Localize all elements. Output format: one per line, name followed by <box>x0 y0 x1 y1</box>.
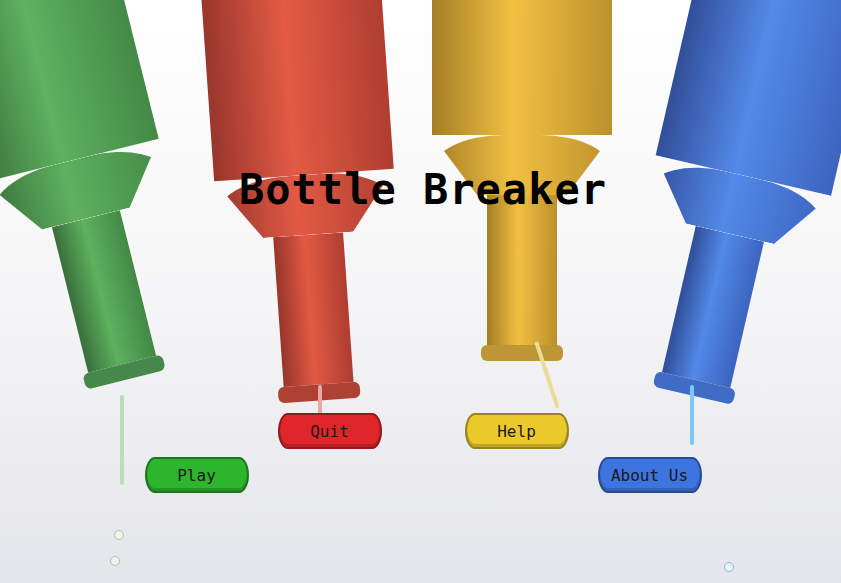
liquid-drip <box>120 395 124 485</box>
liquid-drop <box>114 530 124 540</box>
main-menu: Play Quit Help About Us <box>145 413 702 493</box>
menu-button[interactable]: Help <box>465 413 569 449</box>
green-bottle <box>0 0 214 405</box>
menu-button[interactable]: Quit <box>278 413 382 449</box>
menu-button[interactable]: About Us <box>598 457 702 493</box>
game-title: Bottle Breaker <box>239 165 607 215</box>
main-menu-screen: Bottle Breaker Play Quit Help About Us <box>0 0 841 583</box>
liquid-drop <box>110 556 120 566</box>
blue-bottle <box>604 0 841 420</box>
liquid-drip <box>690 385 694 445</box>
liquid-drop <box>724 562 734 572</box>
bottles-backdrop <box>0 0 841 583</box>
menu-button[interactable]: Play <box>145 457 249 493</box>
liquid-drip <box>318 385 322 415</box>
